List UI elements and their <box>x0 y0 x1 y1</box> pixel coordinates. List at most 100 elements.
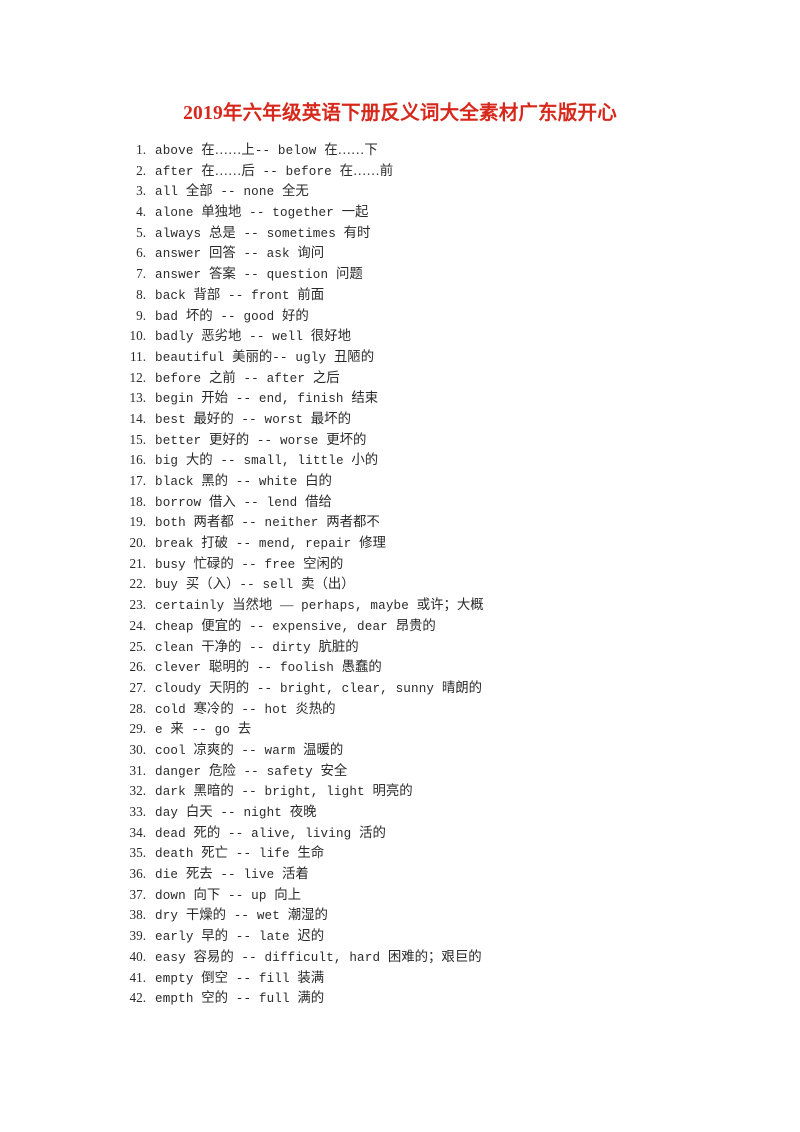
list-item: 27. cloudy 天阴的 -- bright, clear, sunny 晴朗… <box>118 678 778 699</box>
list-item: 22. buy 买（入）-- sell 卖（出） <box>118 574 778 595</box>
list-item: 5. always 总是 -- sometimes 有时 <box>118 223 778 244</box>
list-item-text: break 打破 -- mend, repair 修理 <box>155 535 386 552</box>
list-item-text: bad 坏的 -- good 好的 <box>155 307 309 324</box>
list-item: 28. cold 寒冷的 -- hot 炎热的 <box>118 699 778 720</box>
list-item-number: 29. <box>129 721 146 737</box>
list-item: 2. after 在……后 -- before 在……前 <box>118 161 778 182</box>
list-item-number: 5. <box>136 224 146 240</box>
list-item-number: 25. <box>129 638 146 654</box>
list-item-text: dead 死的 -- alive, living 活的 <box>155 824 386 841</box>
list-item-text: danger 危险 -- safety 安全 <box>155 762 348 779</box>
list-item-number: 13. <box>129 390 146 406</box>
list-item-number: 17. <box>129 473 146 488</box>
list-item-text: begin 开始 -- end, finish 结束 <box>155 390 379 407</box>
list-item-text: after 在……后 -- before 在……前 <box>155 162 394 179</box>
list-item-text: down 向下 -- up 向上 <box>155 886 302 903</box>
list-item-text: cheap 便宜的 -- expensive, dear 昂贵的 <box>155 617 436 634</box>
list-item: 7. answer 答案 -- question 问题 <box>118 264 778 285</box>
list-item: 40. easy 容易的 -- difficult, hard 困难的；艰巨的 <box>118 947 778 968</box>
list-item-number: 20. <box>129 535 146 551</box>
list-item-text: alone 单独地 -- together 一起 <box>155 204 369 221</box>
list-item-number: 8. <box>136 286 146 302</box>
document-page: 2019年六年级英语下册反义词大全素材广东版开心 1. above 在……上-- … <box>0 0 800 1132</box>
list-item-text: answer 回答 -- ask 询问 <box>155 245 325 262</box>
list-item-text: black 黑的 -- white 白的 <box>155 473 332 489</box>
list-item-text: dry 干燥的 -- wet 潮湿的 <box>155 907 328 924</box>
list-item-text: cold 寒冷的 -- hot 炎热的 <box>155 700 336 717</box>
list-item: 36. die 死去 -- live 活着 <box>118 864 778 885</box>
list-item-number: 39. <box>129 928 146 944</box>
list-item-number: 14. <box>129 410 146 426</box>
list-item-text: borrow 借入 -- lend 借给 <box>155 493 332 510</box>
list-item-number: 1. <box>136 142 146 157</box>
list-item-text: die 死去 -- live 活着 <box>155 866 309 883</box>
list-item-number: 31. <box>129 762 146 778</box>
list-item-text: all 全部 -- none 全无 <box>155 183 309 200</box>
list-item-number: 41. <box>129 969 146 985</box>
list-item-text: back 背部 -- front 前面 <box>155 286 325 303</box>
list-item: 15. better 更好的 -- worse 更坏的 <box>118 430 778 451</box>
list-item: 13. begin 开始 -- end, finish 结束 <box>118 388 778 409</box>
list-item-text: badly 恶劣地 -- well 很好地 <box>155 328 351 345</box>
list-item-number: 10. <box>129 328 146 344</box>
list-item-text: certainly 当然地 — perhaps, maybe 或许；大概 <box>155 597 484 614</box>
list-item-text: both 两者都 -- neither 两者都不 <box>155 514 380 531</box>
list-item-text: empth 空的 -- full 满的 <box>155 990 325 1007</box>
list-item: 20. break 打破 -- mend, repair 修理 <box>118 533 778 554</box>
list-item-text: death 死亡 -- life 生命 <box>155 845 325 862</box>
list-item-number: 24. <box>129 617 146 633</box>
list-item-number: 38. <box>129 907 146 923</box>
list-item-number: 26. <box>129 659 146 675</box>
list-item-number: 32. <box>129 783 146 799</box>
list-item-number: 35. <box>129 845 146 861</box>
list-item-text: before 之前 -- after 之后 <box>155 369 340 386</box>
list-item-number: 23. <box>129 597 146 613</box>
list-item-text: big 大的 -- small, little 小的 <box>155 452 379 469</box>
list-item-number: 34. <box>129 824 146 840</box>
list-item: 23. certainly 当然地 — perhaps, maybe 或许；大概 <box>118 595 778 616</box>
list-item: 30. cool 凉爽的 -- warm 温暖的 <box>118 740 778 761</box>
list-item-number: 30. <box>129 741 146 757</box>
list-item: 39. early 早的 -- late 迟的 <box>118 926 778 947</box>
list-item: 18. borrow 借入 -- lend 借给 <box>118 492 778 513</box>
list-item-text: cloudy 天阴的 -- bright, clear, sunny 晴朗的 <box>155 679 482 696</box>
list-item-number: 22. <box>129 576 146 592</box>
list-item-number: 2. <box>136 162 146 178</box>
list-item: 9. bad 坏的 -- good 好的 <box>118 306 778 327</box>
list-item: 32. dark 黑暗的 -- bright, light 明亮的 <box>118 781 778 802</box>
list-item: 17. black 黑的 -- white 白的 <box>118 471 778 492</box>
list-item: 42. empth 空的 -- full 满的 <box>118 988 778 1009</box>
list-item-number: 33. <box>129 804 146 819</box>
list-item-number: 27. <box>129 679 146 695</box>
list-item: 34. dead 死的 -- alive, living 活的 <box>118 823 778 844</box>
list-item: 16. big 大的 -- small, little 小的 <box>118 450 778 471</box>
list-item: 10. badly 恶劣地 -- well 很好地 <box>118 326 778 347</box>
list-item: 38. dry 干燥的 -- wet 潮湿的 <box>118 905 778 926</box>
list-item-text: day 白天 -- night 夜晚 <box>155 804 317 820</box>
list-item-text: above 在……上-- below 在……下 <box>155 142 378 158</box>
list-item: 26. clever 聪明的 -- foolish 愚蠢的 <box>118 657 778 678</box>
list-item: 21. busy 忙碌的 -- free 空闲的 <box>118 554 778 575</box>
list-item-number: 28. <box>129 700 146 716</box>
list-item-number: 36. <box>129 866 146 882</box>
list-item: 8. back 背部 -- front 前面 <box>118 285 778 306</box>
list-item: 29. e 来 -- go 去 <box>118 719 778 740</box>
list-item-number: 3. <box>136 183 146 199</box>
list-item-text: dark 黑暗的 -- bright, light 明亮的 <box>155 783 413 800</box>
list-item: 33. day 白天 -- night 夜晚 <box>118 802 778 823</box>
list-item: 41. empty 倒空 -- fill 装满 <box>118 968 778 989</box>
list-item: 19. both 两者都 -- neither 两者都不 <box>118 512 778 533</box>
list-item: 4. alone 单独地 -- together 一起 <box>118 202 778 223</box>
list-item-number: 19. <box>129 514 146 530</box>
list-item-text: easy 容易的 -- difficult, hard 困难的；艰巨的 <box>155 948 482 965</box>
list-item-number: 21. <box>129 555 146 571</box>
list-item-number: 11. <box>130 348 146 364</box>
list-item-number: 15. <box>129 431 146 447</box>
list-item-text: buy 买（入）-- sell 卖（出） <box>155 576 355 593</box>
list-item-number: 40. <box>129 948 146 964</box>
list-item-text: answer 答案 -- question 问题 <box>155 266 363 283</box>
list-item-text: always 总是 -- sometimes 有时 <box>155 224 371 241</box>
list-item-number: 18. <box>129 493 146 509</box>
list-item-number: 12. <box>129 369 146 385</box>
list-item-number: 37. <box>129 886 146 902</box>
